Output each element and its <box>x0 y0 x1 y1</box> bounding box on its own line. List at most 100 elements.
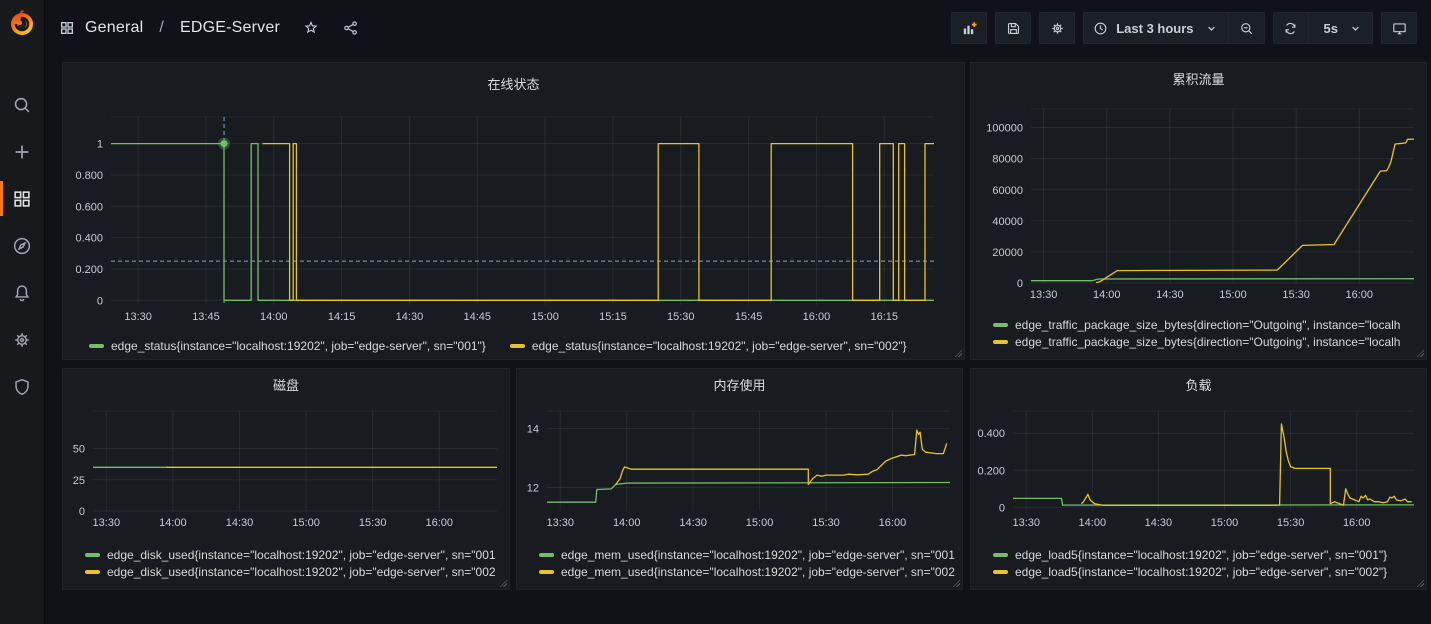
zoom-out-time-button[interactable] <box>1229 12 1265 44</box>
svg-text:60000: 60000 <box>992 185 1023 197</box>
svg-text:0.400: 0.400 <box>75 233 103 245</box>
svg-text:1: 1 <box>97 139 103 151</box>
legend-label: edge_traffic_package_size_bytes{directio… <box>1015 318 1400 332</box>
grafana-dashboard: General / EDGE-Server <box>0 0 1431 624</box>
svg-text:40000: 40000 <box>992 216 1023 228</box>
svg-text:0.600: 0.600 <box>75 201 103 213</box>
svg-text:50: 50 <box>73 444 85 456</box>
svg-text:0.200: 0.200 <box>977 465 1005 477</box>
legend-label: edge_load5{instance="localhost:19202", j… <box>1015 548 1387 562</box>
panel-title[interactable]: 磁盘 <box>63 369 509 399</box>
sidebar-item-explore[interactable] <box>0 222 45 269</box>
panel-resize-handle[interactable] <box>952 579 960 587</box>
panel-resize-handle[interactable] <box>1416 579 1424 587</box>
legend-item[interactable]: edge_mem_used{instance="localhost:19202"… <box>539 565 962 579</box>
svg-text:0.400: 0.400 <box>977 428 1005 440</box>
sidebar-item-server-admin[interactable] <box>0 363 45 410</box>
save-dashboard-button[interactable] <box>995 12 1031 44</box>
breadcrumb-dashboard-title[interactable]: EDGE-Server <box>180 19 280 37</box>
sidebar-item-create[interactable] <box>0 128 45 175</box>
svg-text:0.800: 0.800 <box>75 170 103 182</box>
panel-disk: 磁盘 13:3014:0014:3015:0015:3016:0002550 e… <box>62 368 510 590</box>
refresh-interval-button[interactable]: 5s <box>1309 12 1373 44</box>
legend-item[interactable]: edge_status{instance="localhost:19202", … <box>89 339 486 353</box>
panel-resize-handle[interactable] <box>954 349 962 357</box>
legend-item[interactable]: edge_mem_used{instance="localhost:19202"… <box>539 548 962 562</box>
svg-text:15:00: 15:00 <box>1219 289 1247 301</box>
cumulative-traffic-chart[interactable]: 13:3014:0014:3015:0015:3016:000200004000… <box>971 93 1426 305</box>
panel-title[interactable]: 内存使用 <box>517 369 962 399</box>
sidebar <box>0 0 45 624</box>
svg-text:14:45: 14:45 <box>464 311 492 323</box>
refresh-button[interactable] <box>1273 12 1309 44</box>
svg-text:15:30: 15:30 <box>667 311 695 323</box>
legend-label: edge_mem_used{instance="localhost:19202"… <box>561 565 955 579</box>
breadcrumb: General / EDGE-Server <box>59 19 360 37</box>
legend-swatch-icon <box>993 570 1008 574</box>
legend-label: edge_traffic_package_size_bytes{directio… <box>1015 335 1400 349</box>
chart-legend: edge_load5{instance="localhost:19202", j… <box>971 535 1426 591</box>
legend-label: edge_status{instance="localhost:19202", … <box>111 339 486 353</box>
legend-swatch-icon <box>993 323 1008 327</box>
breadcrumb-folder[interactable]: General <box>85 19 143 37</box>
svg-text:13:30: 13:30 <box>1030 289 1058 301</box>
svg-text:14:30: 14:30 <box>679 517 707 529</box>
panel-resize-handle[interactable] <box>499 579 507 587</box>
legend-item[interactable]: edge_disk_used{instance="localhost:19202… <box>85 548 509 562</box>
legend-swatch-icon <box>539 553 554 557</box>
svg-text:80000: 80000 <box>992 154 1023 166</box>
grafana-logo-icon <box>7 8 37 38</box>
legend-label: edge_load5{instance="localhost:19202", j… <box>1015 565 1387 579</box>
tv-mode-button[interactable] <box>1381 12 1417 44</box>
refresh-interval-label: 5s <box>1324 21 1338 36</box>
share-icon[interactable] <box>342 19 360 37</box>
svg-text:14:00: 14:00 <box>260 311 288 323</box>
legend-label: edge_mem_used{instance="localhost:19202"… <box>561 548 955 562</box>
legend-item[interactable]: edge_load5{instance="localhost:19202", j… <box>993 548 1426 562</box>
svg-text:15:45: 15:45 <box>735 311 763 323</box>
panel-title[interactable]: 在线状态 <box>63 63 964 103</box>
svg-text:0: 0 <box>999 502 1005 514</box>
legend-item[interactable]: edge_load5{instance="localhost:19202", j… <box>993 565 1426 579</box>
add-panel-button[interactable] <box>951 12 987 44</box>
legend-swatch-icon <box>510 344 525 348</box>
legend-swatch-icon <box>85 570 100 574</box>
panel-title[interactable]: 负载 <box>971 369 1426 399</box>
svg-text:14:30: 14:30 <box>226 517 254 529</box>
panel-title[interactable]: 累积流量 <box>971 63 1426 93</box>
legend-item[interactable]: edge_traffic_package_size_bytes{directio… <box>993 318 1426 332</box>
sidebar-item-alerting[interactable] <box>0 269 45 316</box>
svg-text:14:00: 14:00 <box>1093 289 1121 301</box>
svg-text:12: 12 <box>527 482 539 494</box>
sidebar-item-dashboards[interactable] <box>0 175 45 222</box>
zoom-out-icon <box>1238 20 1255 37</box>
time-range-button[interactable]: Last 3 hours <box>1083 12 1228 44</box>
clock-icon <box>1092 20 1109 37</box>
load-chart[interactable]: 13:3014:0014:3015:0015:3016:0000.2000.40… <box>971 399 1426 535</box>
legend-swatch-icon <box>993 340 1008 344</box>
grafana-logo[interactable] <box>0 0 45 45</box>
server-admin-shield-icon <box>11 376 33 398</box>
favorite-star-icon[interactable] <box>302 19 320 37</box>
panel-memory-usage: 内存使用 13:3014:0014:3015:0015:3016:001214 … <box>516 368 963 590</box>
chevron-down-icon <box>1203 20 1220 37</box>
monitor-icon <box>1391 20 1408 37</box>
panel-resize-handle[interactable] <box>1416 349 1424 357</box>
dashboards-icon <box>11 188 33 210</box>
chart-legend: edge_disk_used{instance="localhost:19202… <box>63 535 509 591</box>
legend-item[interactable]: edge_disk_used{instance="localhost:19202… <box>85 565 509 579</box>
dashboard-settings-button[interactable] <box>1039 12 1075 44</box>
legend-item[interactable]: edge_status{instance="localhost:19202", … <box>510 339 907 353</box>
legend-item[interactable]: edge_traffic_package_size_bytes{directio… <box>993 335 1426 349</box>
chart-legend: edge_status{instance="localhost:19202", … <box>63 331 964 361</box>
chart-legend: edge_traffic_package_size_bytes{directio… <box>971 305 1426 361</box>
legend-swatch-icon <box>993 553 1008 557</box>
disk-chart[interactable]: 13:3014:0014:3015:0015:3016:0002550 <box>63 399 509 535</box>
add-panel-icon <box>961 20 978 37</box>
sidebar-item-configuration[interactable] <box>0 316 45 363</box>
panel-cumulative-traffic: 累积流量 13:3014:0014:3015:0015:3016:0002000… <box>970 62 1427 360</box>
svg-text:15:00: 15:00 <box>531 311 559 323</box>
online-status-chart[interactable]: 13:3013:4514:0014:1514:3014:4515:0015:15… <box>63 103 964 331</box>
memory-usage-chart[interactable]: 13:3014:0014:3015:0015:3016:001214 <box>517 399 962 535</box>
sidebar-item-search[interactable] <box>0 81 45 128</box>
